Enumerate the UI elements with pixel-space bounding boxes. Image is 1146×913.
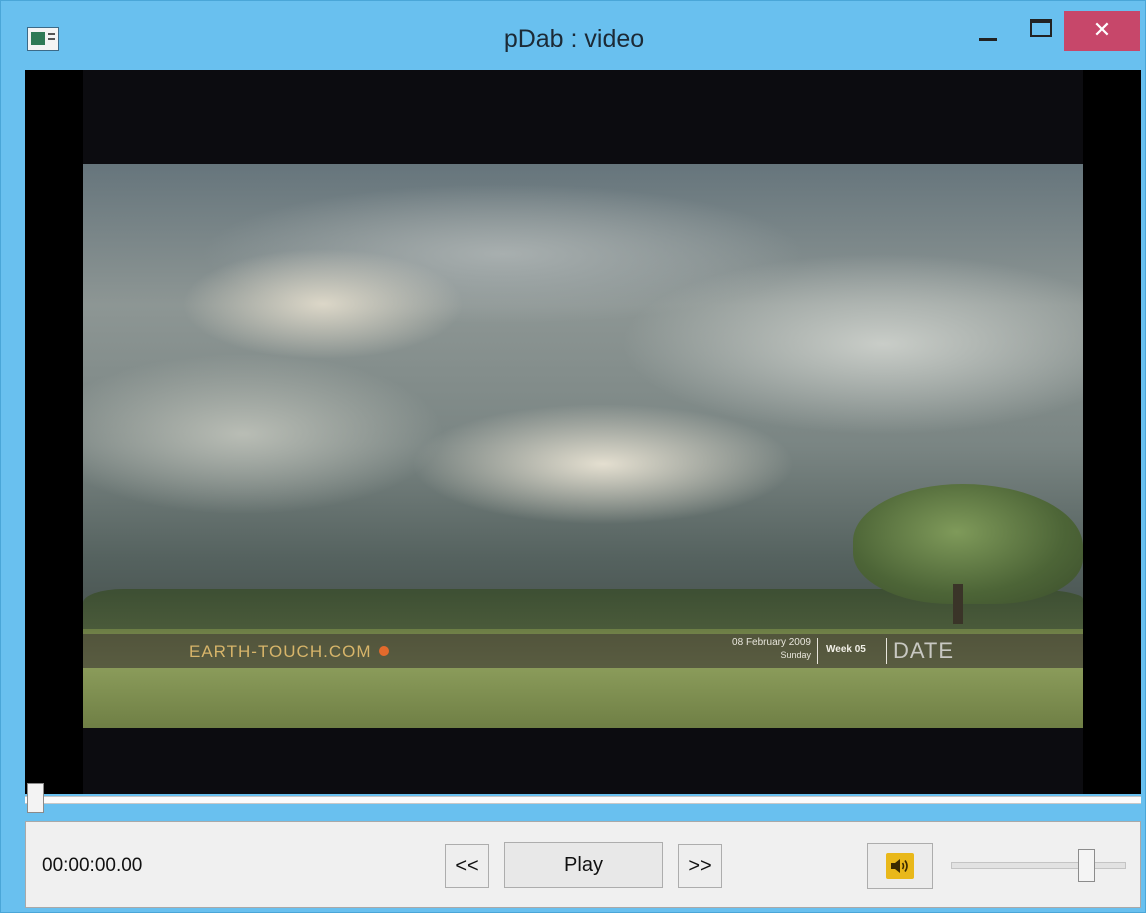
speaker-icon bbox=[886, 853, 914, 879]
rewind-button[interactable]: << bbox=[445, 844, 489, 888]
overlay-day: Sunday bbox=[780, 650, 811, 660]
overlay-week: Week 05 bbox=[826, 644, 866, 655]
overlay-brand: EARTH-TOUCH.COM bbox=[189, 642, 372, 661]
volume-track[interactable] bbox=[951, 862, 1126, 869]
tree-image bbox=[853, 484, 1083, 604]
video-picture[interactable]: EARTH-TOUCH.COM 08 February 2009 Sunday … bbox=[83, 164, 1083, 728]
forward-button[interactable]: >> bbox=[678, 844, 722, 888]
overlay-date: 08 February 2009 bbox=[732, 637, 811, 648]
seek-bar[interactable] bbox=[25, 783, 1141, 821]
title-bar[interactable]: pDab : video ✕ bbox=[1, 1, 1146, 69]
mute-button[interactable] bbox=[867, 843, 933, 889]
seek-track[interactable] bbox=[25, 796, 1141, 804]
maximize-button[interactable] bbox=[1019, 11, 1065, 51]
time-display: 00:00:00.00 bbox=[42, 855, 143, 876]
overlay-date-word: DATE bbox=[893, 638, 955, 663]
play-button[interactable]: Play bbox=[504, 842, 663, 888]
tree-trunk bbox=[953, 584, 963, 624]
overlay-divider bbox=[817, 638, 818, 664]
brand-logo-dot bbox=[379, 646, 389, 656]
overlay-divider bbox=[886, 638, 887, 664]
app-window: pDab : video ✕ EARTH-TOUCH.COM 08 Februa… bbox=[0, 0, 1146, 913]
video-overlay-banner: EARTH-TOUCH.COM 08 February 2009 Sunday … bbox=[83, 634, 1083, 668]
volume-handle[interactable] bbox=[1077, 849, 1095, 882]
control-panel: 00:00:00.00 << Play >> bbox=[25, 821, 1141, 908]
seek-handle[interactable] bbox=[27, 783, 44, 813]
close-button[interactable]: ✕ bbox=[1064, 11, 1140, 51]
minimize-button[interactable] bbox=[963, 11, 1011, 51]
